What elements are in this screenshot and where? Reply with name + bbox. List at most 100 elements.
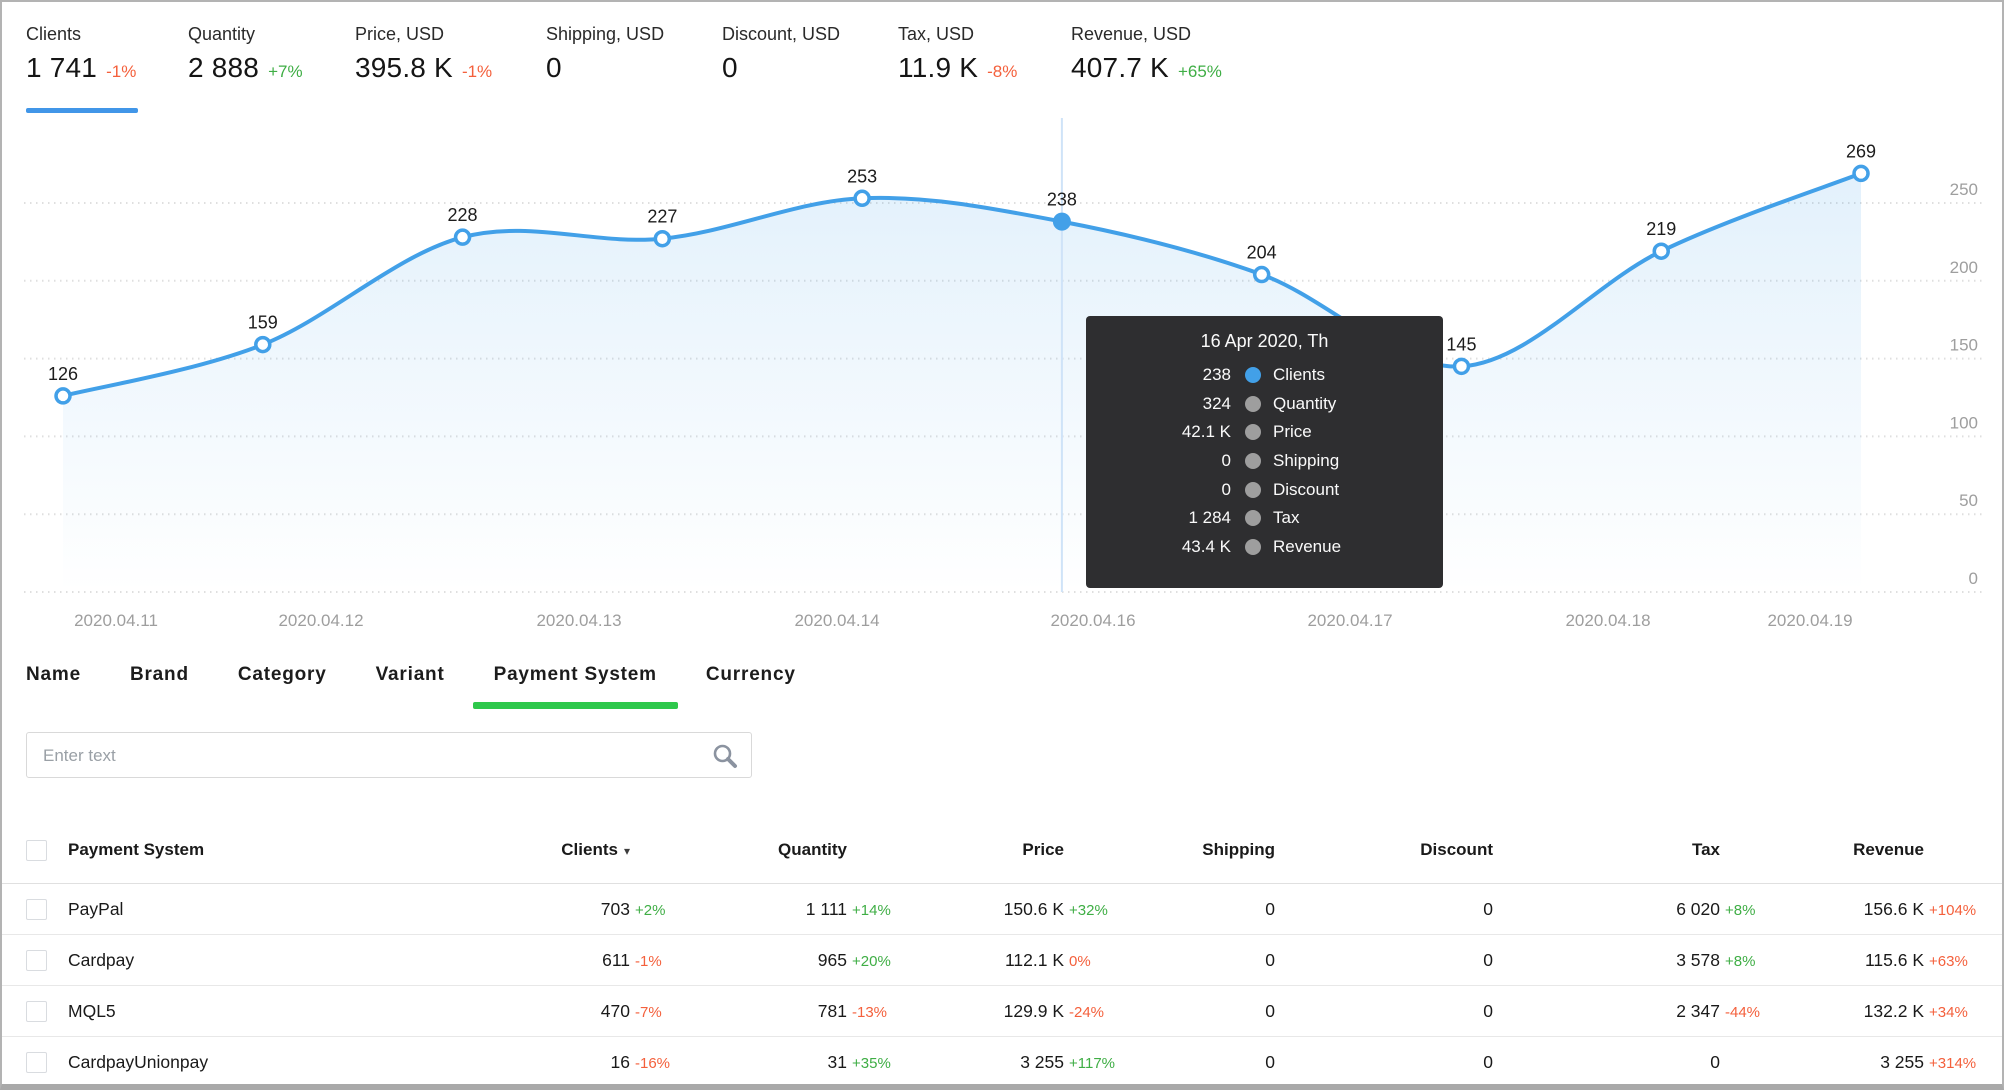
payment-system-name: PayPal [68, 899, 124, 919]
search-box [26, 732, 752, 779]
tab-label: Currency [705, 664, 796, 685]
row-checkbox[interactable] [26, 1001, 47, 1022]
cell-value: 0 [1483, 899, 1493, 919]
series-dot-icon [1245, 538, 1261, 555]
x-axis-tick: 2020.04.16 [1050, 611, 1135, 630]
cell-value: 611 [602, 950, 630, 970]
point-value-label: 253 [847, 166, 877, 186]
analytics-dashboard: Clients 1 741 -1% Quantity 2 888 +7% Price, US… [0, 0, 2004, 1090]
x-axis-tick: 2020.04.14 [794, 611, 879, 630]
tab-label: Payment System [493, 664, 657, 685]
cell-value: 0 [1483, 950, 1493, 970]
tab-variant[interactable]: Variant [376, 662, 445, 688]
chart-point[interactable] [54, 387, 72, 405]
row-checkbox[interactable] [26, 899, 47, 920]
search-icon [713, 744, 737, 768]
chart-point-active[interactable] [1052, 212, 1071, 231]
table-row-mql5[interactable]: MQL5 470 -7% 781 -13% 129.9 K -24% 0 0 2 347 -44% 1… [0, 986, 2004, 1037]
payment-system-name: MQL5 [68, 1001, 116, 1021]
cell-value: 703 [600, 899, 630, 919]
chart-point[interactable] [1252, 265, 1271, 284]
tab-payment-system[interactable]: Payment System [472, 662, 678, 709]
tab-label: Brand [129, 664, 189, 685]
row-checkbox[interactable] [26, 1052, 47, 1073]
cell-value: 129.9 K [1003, 1001, 1064, 1021]
series-dot-icon [1245, 453, 1261, 470]
payment-system-name: Cardpay [68, 950, 135, 970]
chart-point[interactable] [1852, 164, 1870, 183]
column-header-payment-system[interactable]: Payment System [68, 840, 204, 860]
x-axis-tick: 2020.04.17 [1307, 611, 1392, 630]
tab-brand[interactable]: Brand [130, 662, 189, 688]
tooltip-label: Revenue [1273, 536, 1342, 556]
cell-value: 6 020 [1676, 899, 1720, 919]
tooltip-value: 324 [1202, 393, 1231, 413]
cell-value: 0 [1483, 1052, 1493, 1072]
tab-currency[interactable]: Currency [706, 662, 796, 688]
select-all-checkbox[interactable] [26, 840, 47, 861]
cell-percent: +63% [1929, 953, 1968, 970]
x-axis-tick: 2020.04.18 [1565, 611, 1650, 630]
x-axis-tick: 2020.04.13 [536, 611, 621, 630]
search-input[interactable] [41, 733, 665, 779]
row-checkbox[interactable] [26, 950, 47, 971]
point-value-label: 159 [248, 313, 278, 333]
point-value-label: 228 [448, 205, 478, 225]
dimension-tabs: Name Brand Category Variant Payment System Cu… [26, 662, 796, 709]
area-fill [63, 173, 1862, 592]
tab-name[interactable]: Name [26, 662, 81, 688]
chart-point[interactable] [853, 189, 871, 208]
tooltip-row-quantity: 324 Quantity [1086, 390, 1443, 419]
cell-value: 3 578 [1676, 950, 1720, 970]
cell-value: 3 255 [1020, 1052, 1064, 1072]
tooltip-value: 42.1 K [1181, 422, 1231, 442]
cell-value: 16 [610, 1052, 630, 1072]
cell-value: 3 255 [1880, 1052, 1924, 1072]
tooltip-label: Price [1273, 422, 1312, 442]
tab-category[interactable]: Category [238, 662, 327, 688]
cell-value: 470 [600, 1001, 630, 1021]
point-value-label: 219 [1646, 219, 1676, 239]
table-row-cardpayunionpay[interactable]: CardpayUnionpay 16 -16% 31 +35% 3 255 +117% 0 0 0… [0, 1037, 2004, 1088]
y-axis-tick: 0 [1969, 569, 1978, 588]
tooltip-label: Quantity [1273, 393, 1337, 413]
chart-point[interactable] [453, 228, 472, 246]
cell-percent: +34% [1929, 1004, 1968, 1021]
y-axis-tick: 150 [1950, 336, 1978, 355]
chart-point[interactable] [653, 229, 672, 248]
cell-value: 0 [1710, 1052, 1720, 1072]
tooltip-row-tax: 1 284 Tax [1086, 504, 1443, 533]
cell-value: 2 347 [1676, 1001, 1720, 1021]
chart-point[interactable] [1452, 357, 1471, 376]
tooltip-label: Tax [1273, 508, 1300, 528]
tooltip-date: 16 Apr 2020, Th [1200, 331, 1329, 351]
tooltip-value: 43.4 K [1181, 536, 1231, 556]
tooltip-row-discount: 0 Discount [1086, 475, 1443, 504]
tooltip-row-shipping: 0 Shipping [1086, 447, 1443, 476]
y-axis-tick: 200 [1950, 258, 1978, 277]
point-value-label: 238 [1047, 190, 1077, 210]
tooltip-label: Shipping [1273, 451, 1340, 471]
cell-value: 31 [827, 1052, 847, 1072]
chart-point[interactable] [1652, 242, 1670, 260]
chart-point[interactable] [254, 335, 272, 354]
y-axis-tick: 50 [1959, 491, 1978, 510]
cell-percent: +104% [1929, 902, 1977, 919]
column-header-revenue[interactable]: Revenue [1704, 840, 1982, 860]
tooltip-row-clients: 238 Clients [1086, 361, 1443, 390]
x-axis-tick: 2020.04.12 [278, 611, 363, 630]
cell-value: 0 [1265, 1052, 1275, 1072]
table-row-cardpay[interactable]: Cardpay 611 -1% 965 +20% 112.1 K 0% 0 0 3 578 +8% 1… [0, 935, 2004, 986]
series-dot-icon [1245, 395, 1261, 412]
table-cell: 156.6 K +104% [1704, 899, 1982, 920]
series-dot-icon [1245, 510, 1261, 527]
tooltip-label: Discount [1273, 479, 1340, 499]
point-value-label: 145 [1446, 334, 1476, 354]
cell-value: 132.2 K [1863, 1001, 1924, 1021]
tab-label: Category [237, 664, 327, 685]
cell-value: 150.6 K [1003, 899, 1064, 919]
table-cell: 132.2 K +34% [1704, 1001, 1982, 1022]
table-row-paypal[interactable]: PayPal 703 +2% 1 111 +14% 150.6 K +32% 0 0 6 020 +… [0, 884, 2004, 935]
x-axis-tick: 2020.04.19 [1767, 611, 1852, 630]
payment-system-name: CardpayUnionpay [68, 1052, 209, 1072]
